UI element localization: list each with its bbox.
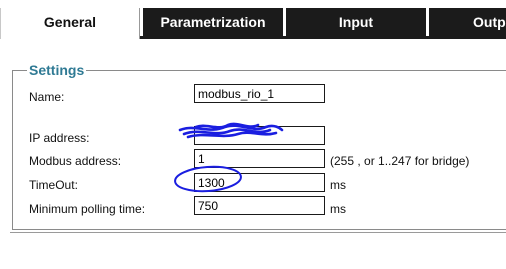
tab-input[interactable]: Input	[283, 8, 426, 36]
tab-bar: General Parametrization Input Outp	[0, 0, 506, 40]
timeout-label: TimeOut:	[29, 178, 78, 192]
modbus-address-label: Modbus address:	[29, 154, 122, 168]
min-polling-label: Minimum polling time:	[29, 202, 146, 216]
ip-address-input[interactable]	[194, 126, 325, 145]
modbus-address-hint: (255 , or 1..247 for bridge)	[330, 154, 470, 168]
ip-address-label: IP address:	[29, 131, 90, 145]
timeout-unit: ms	[330, 178, 346, 192]
modbus-address-input[interactable]	[194, 149, 325, 168]
tab-underline	[140, 36, 506, 39]
tab-general[interactable]: General	[0, 8, 140, 39]
min-polling-unit: ms	[330, 202, 346, 216]
name-label: Name:	[29, 90, 65, 104]
name-input[interactable]	[194, 84, 325, 103]
min-polling-input[interactable]	[194, 196, 325, 215]
settings-legend: Settings	[29, 62, 85, 78]
timeout-input[interactable]	[194, 173, 325, 192]
content-bottom-rule	[10, 232, 506, 233]
tab-parametrization[interactable]: Parametrization	[140, 8, 283, 36]
tab-output[interactable]: Outp	[426, 8, 506, 36]
